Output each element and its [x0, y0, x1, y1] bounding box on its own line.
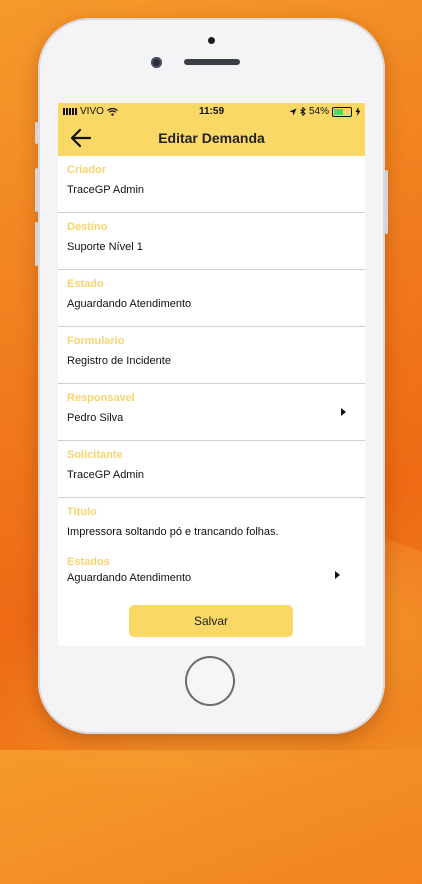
field-criador: Criador TraceGP Admin [58, 156, 365, 213]
proximity-sensor [208, 37, 215, 44]
field-destino: Destino Suporte Nível 1 [58, 213, 365, 270]
field-value: TraceGP Admin [67, 184, 145, 196]
field-titulo[interactable]: Titulo Impressora soltando pó e trancand… [58, 498, 365, 551]
field-value: Registro de Incidente [67, 355, 171, 367]
status-bar: VIVO 11:59 54% [58, 103, 365, 120]
volume-down-button [35, 222, 38, 266]
page-title: Editar Demanda [158, 130, 265, 146]
chevron-right-icon[interactable] [335, 571, 340, 579]
field-label: Estado [67, 278, 104, 290]
earpiece-speaker [184, 59, 240, 65]
field-label: Titulo [67, 506, 97, 518]
location-icon [289, 108, 297, 115]
field-value: Pedro Silva [67, 412, 124, 424]
field-value: Aguardando Atendimento [67, 572, 192, 584]
titulo-input[interactable]: Impressora soltando pó e trancando folha… [67, 526, 279, 538]
chevron-right-icon[interactable] [341, 408, 346, 416]
field-value: Aguardando Atendimento [67, 298, 192, 310]
field-label: Destino [67, 221, 108, 233]
field-label: Estados [67, 556, 110, 568]
bluetooth-icon [300, 107, 306, 116]
battery-percent: 54% [308, 106, 329, 117]
charging-icon [355, 107, 361, 116]
navigation-bar: Editar Demanda [58, 120, 365, 156]
field-solicitante: Solicitante TraceGP Admin [58, 441, 365, 498]
app-screen: VIVO 11:59 54% Editar Demanda Criador Tr… [58, 103, 365, 646]
home-button[interactable] [185, 656, 235, 706]
field-label: Responsavel [67, 392, 135, 404]
battery-icon [332, 106, 352, 117]
field-estados[interactable]: Estados Aguardando Atendimento [58, 551, 365, 595]
mute-switch [35, 122, 38, 144]
field-label: Formulario [67, 335, 125, 347]
field-label: Solicitante [67, 449, 123, 461]
save-button[interactable]: Salvar [129, 605, 293, 637]
field-formulario: Formulario Registro de Incidente [58, 327, 365, 384]
field-label: Criador [67, 164, 107, 176]
front-camera [151, 57, 162, 68]
field-value: Suporte Nível 1 [67, 241, 143, 253]
field-estado: Estado Aguardando Atendimento [58, 270, 365, 327]
field-value: TraceGP Admin [67, 469, 145, 481]
volume-up-button [35, 168, 38, 212]
power-button [385, 170, 388, 234]
field-responsavel[interactable]: Responsavel Pedro Silva [58, 384, 365, 441]
